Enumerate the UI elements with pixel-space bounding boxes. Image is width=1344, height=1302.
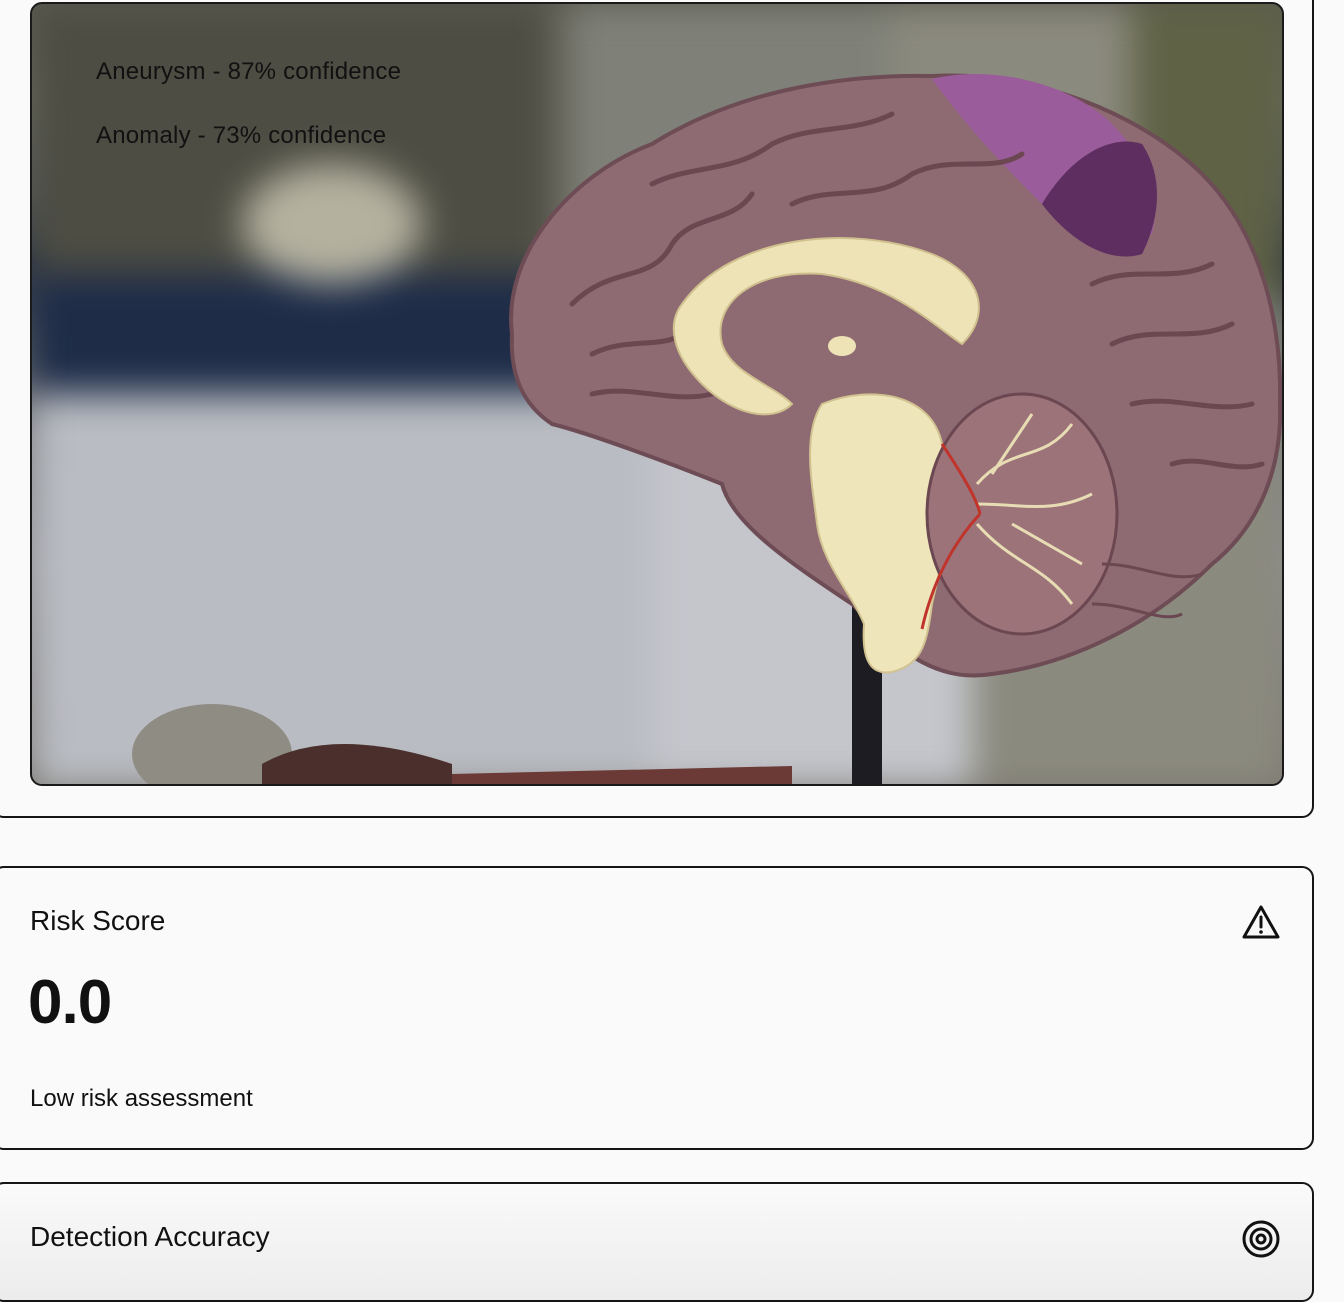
detection-label-anomaly: Anomaly - 73% confidence <box>96 122 387 149</box>
brain-scan-image[interactable]: Aneurysm - 87% confidence Anomaly - 73% … <box>30 2 1284 786</box>
warning-triangle-icon <box>1242 905 1280 939</box>
target-icon <box>1242 1220 1280 1258</box>
detection-results: Aneurysm - 87% confidence Anomaly - 73% … <box>96 60 401 188</box>
risk-score-title: Risk Score <box>30 905 166 936</box>
risk-score-value: 0.0 <box>28 968 112 1037</box>
risk-score-card: Risk Score 0.0 Low risk assessment <box>0 866 1314 1150</box>
risk-score-description: Low risk assessment <box>30 1085 253 1112</box>
scan-viewer-card: Aneurysm - 87% confidence Anomaly - 73% … <box>0 0 1314 818</box>
detection-accuracy-title: Detection Accuracy <box>30 1221 270 1252</box>
detection-accuracy-card: Detection Accuracy <box>0 1182 1314 1302</box>
detection-label-aneurysm: Aneurysm - 87% confidence <box>96 58 402 85</box>
